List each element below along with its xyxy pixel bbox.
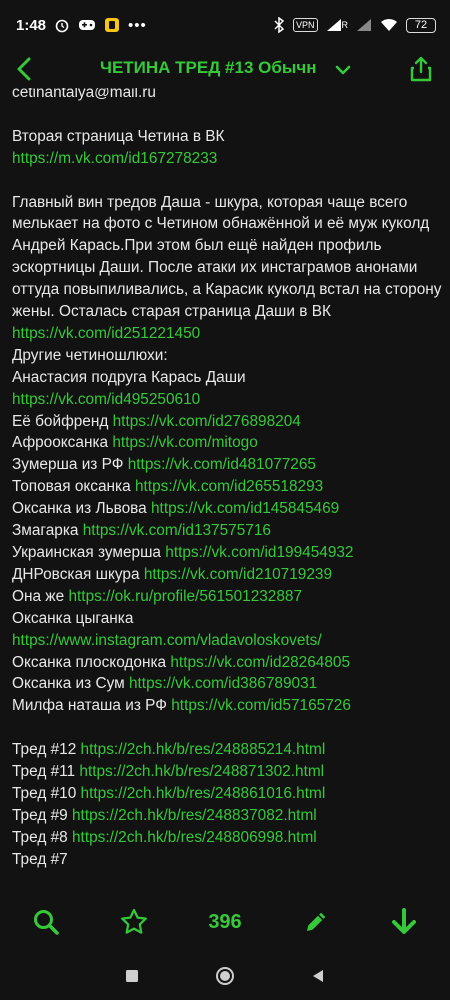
chevron-down-icon[interactable] [333, 60, 353, 80]
gamepad-icon [78, 18, 96, 32]
profile-entry-link[interactable]: https://ok.ru/profile/561501232887 [68, 588, 302, 605]
profile-entry-label: Украинская зумерша [12, 544, 161, 561]
vpn-badge: VPN [292, 18, 318, 32]
thread-entry-label: Тред #9 [12, 806, 68, 824]
profile-entry-link[interactable]: https://vk.com/id481077265 [128, 456, 316, 473]
profile-entry: Топовая оксанка https://vk.com/id2655182… [12, 476, 442, 498]
dasha-link[interactable]: https://vk.com/id251221450 [12, 323, 442, 345]
profile-entry: Милфа наташа из РФ https://vk.com/id5716… [12, 695, 442, 717]
recents-icon[interactable] [122, 966, 142, 986]
others-heading: Другие четиношлюхи: [12, 346, 168, 364]
profile-entry-label: Её бойфренд [12, 412, 109, 430]
profile-entry-link[interactable]: https://vk.com/id210719239 [144, 566, 332, 583]
profile-entry-label: Оксанка из Львова [12, 500, 147, 518]
gypsy-link[interactable]: https://www.instagram.com/vladavoloskove… [12, 630, 442, 652]
profile-entry-link[interactable]: https://vk.com/id145845469 [151, 500, 339, 517]
thread-entry: Тред #12 https://2ch.hk/b/res/248885214.… [12, 739, 442, 761]
profile-entry: Змагарка https://vk.com/id137575716 [12, 520, 442, 542]
thread-entry-label: Тред #10 [12, 784, 77, 802]
alarm-icon [54, 17, 70, 33]
gypsy-label: Оксанка цыганка [12, 609, 134, 627]
thread-entry-link[interactable]: https://2ch.hk/b/res/248861016.html [81, 785, 326, 802]
anastasia-label: Анастасия подруга Карась Даши [12, 368, 246, 386]
profile-entry-label: Топовая оксанка [12, 478, 131, 496]
thread-toolbar: ЧЕТИНА ТРЕД #13 Обычн [0, 50, 450, 90]
signal-icon-2 [356, 18, 372, 32]
share-icon[interactable] [406, 54, 436, 84]
profile-entry: Оксанка из Сум https://vk.com/id38678903… [12, 673, 442, 695]
main-paragraph: Главный вин тредов Даша - шкура, которая… [12, 193, 442, 321]
vk2-link[interactable]: https://m.vk.com/id167278233 [12, 148, 442, 170]
status-bar: 1:48 ••• VPN R 72 [0, 0, 450, 50]
profile-entry: Оксанка плоскодонка https://vk.com/id282… [12, 652, 442, 674]
profile-entry-link[interactable]: https://vk.com/id265518293 [135, 478, 323, 495]
post-count[interactable]: 396 [195, 904, 255, 940]
app-notification-icon [104, 17, 120, 33]
home-icon[interactable] [215, 966, 235, 986]
wifi-icon [380, 18, 398, 32]
profile-entry: ДНРовская шкура https://vk.com/id2107192… [12, 564, 442, 586]
profile-entry-label: Афрооксанка [12, 434, 109, 452]
status-time: 1:48 [16, 16, 47, 34]
profile-entry: Её бойфренд https://vk.com/id276898204 [12, 411, 442, 433]
bluetooth-icon [273, 17, 285, 33]
more-notifications-icon: ••• [128, 16, 147, 34]
post-content: cetinantalya@mail.ru Вторая страница Чет… [0, 88, 450, 894]
profile-entry: Она же https://ok.ru/profile/56150123288… [12, 586, 442, 608]
profile-entry-link[interactable]: https://vk.com/id386789031 [129, 675, 317, 692]
profile-entry-label: Оксанка из Сум [12, 675, 125, 693]
profile-entry-link[interactable]: https://vk.com/id276898204 [113, 413, 301, 430]
profile-entry-label: Милфа наташа из РФ [12, 697, 167, 715]
profile-entry-label: ДНРовская шкура [12, 565, 140, 583]
thread-entry-label: Тред #8 [12, 828, 68, 846]
thread-entry: Тред #10 https://2ch.hk/b/res/248861016.… [12, 783, 442, 805]
bottom-action-bar: 396 [0, 894, 450, 952]
thread-entry: Тред #11 https://2ch.hk/b/res/248871302.… [12, 761, 442, 783]
thread-entry-link[interactable]: https://2ch.hk/b/res/248885214.html [81, 741, 326, 758]
profile-entry-label: Она же [12, 587, 65, 605]
thread-entry-label: Тред #12 [12, 741, 77, 759]
thread-entry: Тред #9 https://2ch.hk/b/res/248837082.h… [12, 805, 442, 827]
anastasia-link[interactable]: https://vk.com/id495250610 [12, 389, 442, 411]
profile-entry-label: Оксанка плоскодонка [12, 653, 167, 671]
profile-entry: Афрооксанка https://vk.com/mitogo [12, 432, 442, 454]
profile-entry-link[interactable]: https://vk.com/mitogo [112, 434, 257, 451]
profile-entry-label: Зумерша из РФ [12, 456, 124, 474]
profile-entry: Украинская зумерша https://vk.com/id1994… [12, 542, 442, 564]
thread-entry: Тред #8 https://2ch.hk/b/res/248806998.h… [12, 827, 442, 849]
search-icon[interactable] [28, 904, 64, 940]
arrow-down-icon[interactable] [386, 904, 422, 940]
back-arrow-icon[interactable] [10, 54, 40, 84]
profile-entry-link[interactable]: https://vk.com/id28264805 [170, 654, 350, 671]
profile-entry: Оксанка из Львова https://vk.com/id14584… [12, 498, 442, 520]
profile-entry-link[interactable]: https://vk.com/id137575716 [83, 522, 271, 539]
profile-entry-link[interactable]: https://vk.com/id199454932 [165, 544, 353, 561]
email-line: cetinantalya@mail.ru [12, 88, 156, 101]
profile-entry-label: Змагарка [12, 522, 79, 540]
thread-title[interactable]: ЧЕТИНА ТРЕД #13 Обычн [100, 58, 330, 82]
profile-entry: Зумерша из РФ https://vk.com/id481077265 [12, 454, 442, 476]
roaming-label: R [341, 20, 349, 30]
thread-entry-label: Тред #11 [12, 763, 76, 781]
thread-entry-link[interactable]: https://2ch.hk/b/res/248806998.html [72, 829, 317, 846]
profile-entry-link[interactable]: https://vk.com/id57165726 [171, 697, 351, 714]
battery-indicator: 72 [406, 17, 436, 33]
thread-entry-link[interactable]: https://2ch.hk/b/res/248871302.html [79, 763, 324, 780]
pencil-icon[interactable] [298, 904, 334, 940]
signal-icon [326, 18, 342, 32]
vk2-label: Вторая страница Четина в ВК [12, 127, 225, 145]
system-nav-bar [0, 952, 450, 1000]
star-icon[interactable] [116, 904, 152, 940]
back-triangle-icon[interactable] [308, 966, 328, 986]
last-thread-label: Тред #7 [12, 850, 68, 868]
thread-entry-link[interactable]: https://2ch.hk/b/res/248837082.html [72, 807, 317, 824]
